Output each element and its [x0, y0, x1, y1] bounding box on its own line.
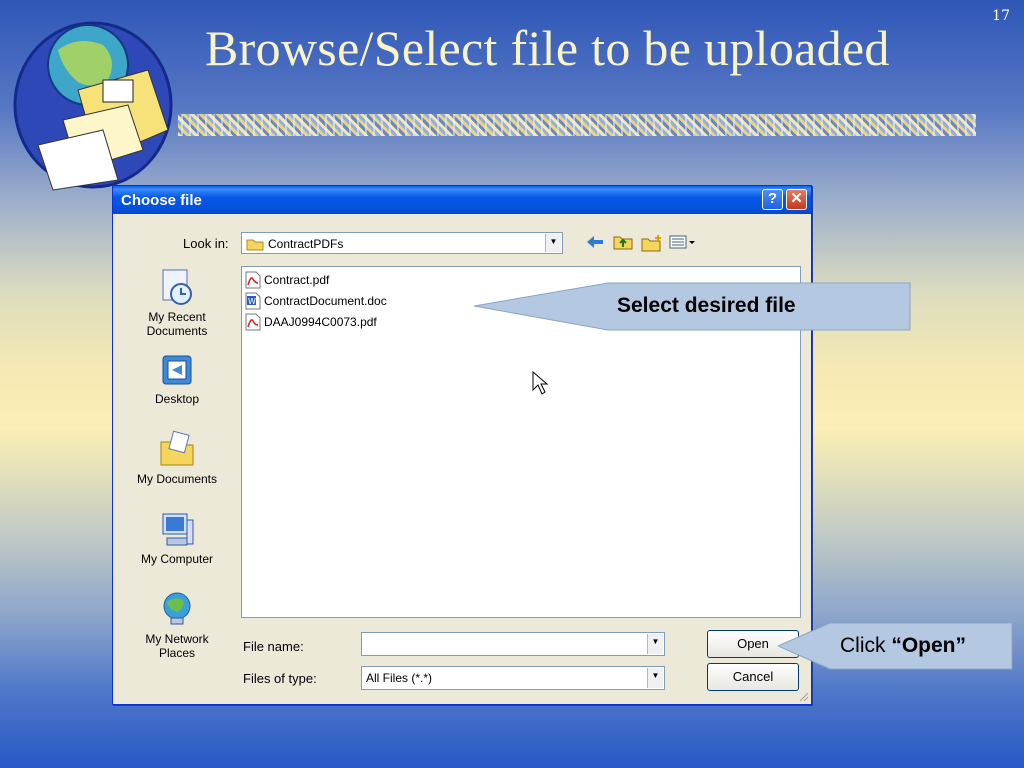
slide-number: 17 — [992, 8, 1010, 24]
place-label: My Recent Documents — [146, 310, 208, 338]
recent-documents-icon — [162, 269, 192, 305]
new-folder-icon[interactable] — [641, 234, 663, 252]
file-name: ContractDocument.doc — [264, 294, 387, 308]
dialog-title: Choose file — [121, 192, 202, 209]
decorative-band — [178, 114, 976, 136]
folder-icon — [246, 239, 264, 251]
chevron-down-icon[interactable]: ▼ — [647, 634, 663, 654]
mouse-cursor-icon — [532, 371, 549, 395]
file-item-contract-pdf[interactable]: Contract.pdf — [245, 270, 329, 290]
look-in-label: Look in: — [183, 236, 229, 251]
pdf-file-icon — [245, 313, 261, 331]
my-documents-icon — [160, 430, 194, 466]
file-name-label: File name: — [243, 639, 304, 654]
places-bar: My Recent Documents Desktop My Documents — [121, 264, 233, 684]
select-file-callout-text: Select desired file — [617, 294, 796, 317]
chevron-down-icon[interactable]: ▼ — [647, 668, 663, 688]
file-name: DAAJ0994C0073.pdf — [264, 315, 377, 329]
place-label: Desktop — [154, 392, 200, 406]
pdf-file-icon — [245, 271, 261, 289]
network-places-icon — [163, 592, 191, 625]
my-computer-icon — [162, 513, 194, 546]
place-label: My Documents — [136, 472, 218, 486]
files-of-type-dropdown[interactable]: All Files (*.*) ▼ — [361, 666, 665, 690]
chevron-down-icon[interactable]: ▼ — [545, 234, 561, 252]
look-in-value: ContractPDFs — [268, 237, 344, 251]
place-label: My Computer — [140, 552, 214, 566]
file-name: Contract.pdf — [264, 273, 330, 287]
files-of-type-label: Files of type: — [243, 671, 317, 686]
up-folder-icon[interactable] — [613, 234, 633, 250]
file-item-contractdocument-doc[interactable]: W ContractDocument.doc — [245, 291, 387, 311]
slide-title: Browse/Select file to be uploaded — [205, 20, 890, 76]
back-arrow-icon[interactable] — [585, 234, 605, 250]
place-my-recent-documents[interactable]: My Recent Documents — [121, 268, 233, 338]
click-open-callout-text: Click “Open” — [840, 634, 966, 658]
choose-file-dialog: Choose file ? ✕ Look in: ContractPDFs ▼ — [112, 185, 812, 705]
close-button[interactable]: ✕ — [786, 189, 807, 210]
file-name-input[interactable]: ▼ — [361, 632, 665, 656]
look-in-dropdown[interactable]: ContractPDFs ▼ — [241, 232, 563, 254]
place-my-network-places[interactable]: My Network Places — [121, 590, 233, 660]
view-menu-icon[interactable] — [669, 234, 697, 250]
place-my-documents[interactable]: My Documents — [121, 430, 233, 486]
help-button[interactable]: ? — [762, 189, 783, 210]
place-desktop[interactable]: Desktop — [121, 354, 233, 406]
word-file-icon: W — [245, 292, 261, 310]
place-label: My Network Places — [145, 632, 209, 660]
click-emphasis: “Open” — [891, 634, 967, 657]
resize-grip-icon[interactable] — [797, 690, 809, 702]
files-of-type-value: All Files (*.*) — [366, 671, 433, 685]
desktop-icon — [162, 355, 192, 385]
click-prefix: Click — [840, 634, 892, 657]
globe-documents-logo — [13, 21, 173, 191]
svg-text:W: W — [248, 297, 256, 306]
place-my-computer[interactable]: My Computer — [121, 510, 233, 566]
file-item-daaj0994c0073-pdf[interactable]: DAAJ0994C0073.pdf — [245, 312, 377, 332]
dialog-titlebar: Choose file ? ✕ — [113, 186, 811, 214]
